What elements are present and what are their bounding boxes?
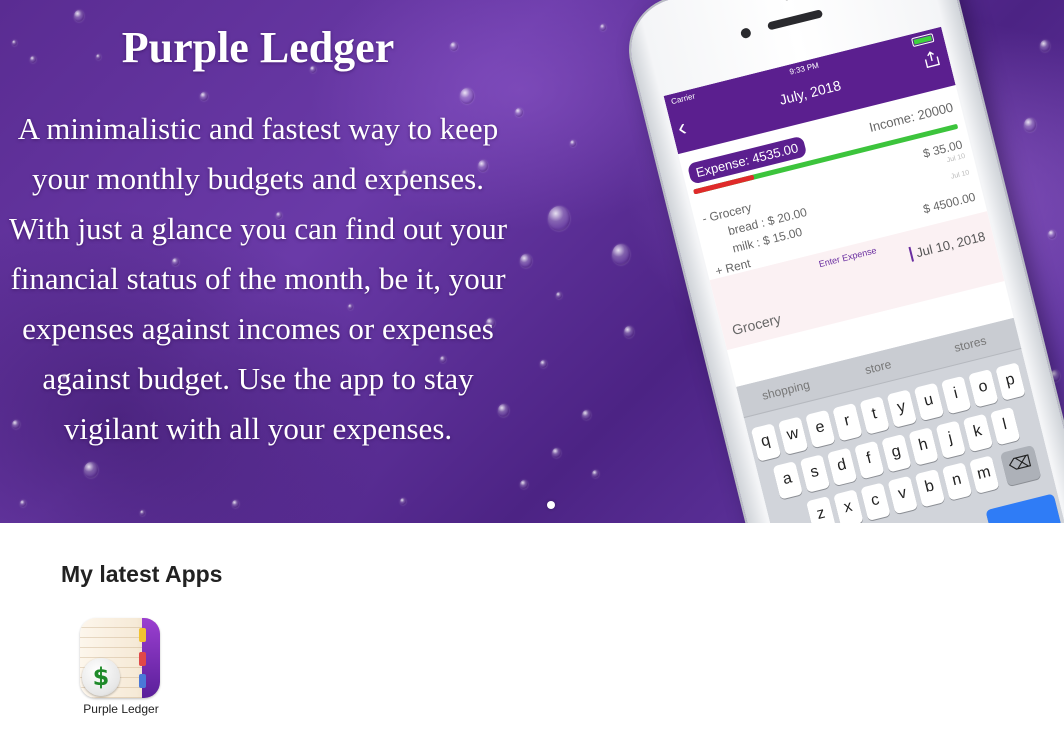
keyboard-key[interactable]: q (750, 423, 782, 462)
keyboard-key[interactable]: p (995, 362, 1026, 401)
water-drop (30, 56, 36, 63)
water-drop (400, 498, 406, 505)
water-drop (1048, 230, 1056, 239)
keyboard-key[interactable]: v (887, 475, 919, 515)
hero-title: Purple Ledger (121, 23, 395, 72)
suggestion-item[interactable]: store (830, 349, 926, 386)
expense-date-field[interactable]: Jul 10, 2018 (908, 228, 987, 262)
keyboard-key[interactable]: y (886, 389, 918, 428)
water-drop (540, 360, 547, 368)
hero-description: A minimalistic and fastest way to keep y… (8, 111, 508, 446)
keyboard-key[interactable]: b (914, 468, 946, 508)
app-name-label[interactable]: Purple Ledger (80, 702, 162, 716)
hero-banner: Purple Ledger A minimalistic and fastest… (0, 0, 1064, 523)
keyboard-key[interactable]: t (859, 396, 890, 435)
water-drop (600, 24, 606, 31)
expense-category-field[interactable]: Grocery (730, 310, 782, 338)
app-card-purple-ledger[interactable]: $ Purple Ledger (80, 618, 162, 716)
phone-sensor (782, 0, 791, 1)
keyboard-key[interactable]: r (832, 402, 863, 442)
suggestion-item[interactable]: shopping (738, 372, 834, 409)
keyboard-key[interactable]: e (805, 409, 836, 449)
water-drop (520, 480, 528, 489)
delete-key-icon[interactable]: ⌫ (1000, 444, 1042, 487)
keyboard-key[interactable]: d (826, 447, 858, 487)
phone-speaker (766, 9, 824, 31)
keyboard-key[interactable]: c (860, 482, 891, 521)
water-drop (556, 292, 562, 299)
water-drop (74, 10, 84, 22)
keyboard-key[interactable]: a (772, 461, 804, 500)
keyboard-key[interactable]: i (940, 375, 972, 415)
keyboard-key[interactable]: j (935, 420, 967, 459)
water-drop (232, 500, 239, 508)
water-drop (20, 500, 26, 507)
suggestion-item[interactable]: stores (922, 326, 1018, 363)
water-drop (12, 40, 17, 46)
water-drop (1024, 118, 1036, 132)
entry-date: Jul 10 (950, 169, 971, 181)
water-drop (1040, 40, 1050, 52)
keyboard-key[interactable]: z (805, 495, 837, 523)
keyboard-key[interactable]: m (968, 455, 1000, 494)
water-drop (520, 254, 532, 268)
enter-expense-label: Enter Expense (817, 245, 878, 270)
ledger-dollar-icon[interactable]: $ (80, 618, 160, 698)
water-drop (140, 510, 145, 516)
water-drop (592, 470, 599, 478)
water-drop (515, 108, 523, 117)
keyboard-key[interactable]: f (854, 440, 885, 480)
keyboard-key[interactable]: h (908, 427, 939, 466)
carousel-indicator[interactable] (547, 501, 555, 509)
onscreen-keyboard: shopping store stores ⌫ qwertyuiop asdfgh… (736, 317, 1064, 523)
water-drop (460, 88, 474, 104)
battery-icon (911, 33, 935, 48)
keyboard-key[interactable]: k (962, 413, 994, 453)
water-drop (552, 448, 561, 458)
latest-apps-heading: My latest Apps (61, 561, 223, 587)
water-drop (200, 92, 208, 101)
water-drop (84, 462, 98, 478)
return-key[interactable] (985, 493, 1062, 523)
keyboard-key[interactable]: o (968, 369, 999, 408)
water-drop (570, 140, 576, 147)
entry-amount: $ 4500.00 (921, 189, 977, 217)
keyboard-key[interactable]: l (989, 406, 1021, 446)
dollar-sign-icon: $ (82, 658, 120, 696)
keyboard-key[interactable]: x (833, 489, 864, 523)
water-drop (612, 244, 630, 265)
water-drop (548, 206, 570, 231)
keyboard-key[interactable]: s (799, 454, 831, 493)
keyboard-key[interactable]: w (777, 416, 809, 455)
keyboard-key[interactable]: n (941, 462, 973, 501)
water-drop (624, 326, 634, 338)
phone-camera (739, 27, 752, 40)
keyboard-key[interactable]: u (913, 382, 945, 422)
keyboard-key[interactable]: g (881, 433, 912, 473)
water-drop (582, 410, 591, 420)
